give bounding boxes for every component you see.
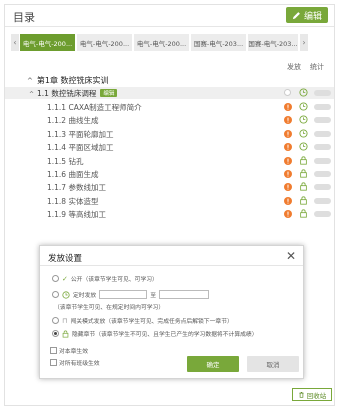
stats-toggle[interactable] [314,184,331,191]
lesson-title: 1.1.7 参数线加工 [47,183,106,193]
stats-toggle[interactable] [314,90,331,96]
stats-toggle[interactable] [314,117,331,124]
stats-toggle[interactable] [314,171,331,177]
clock-icon[interactable] [299,102,308,111]
warning-icon [284,103,292,111]
lock-icon[interactable] [299,182,308,191]
check-icon: ✓ [62,274,68,283]
radio-public[interactable] [52,275,59,282]
lesson-title: 1.1.6 曲面生成 [47,170,99,179]
tab-prev-button[interactable]: ‹ [11,34,19,51]
lesson-row[interactable]: 1.1.7 参数线加工 [5,181,334,193]
collapse-icon[interactable]: ^ [27,77,33,85]
lesson-title: 1.1.4 平面区域加工 [47,143,114,153]
barrier-icon: ⊓ [62,316,68,325]
lesson-row[interactable]: 1.1.9 等高线加工 [5,208,334,220]
warning-icon [284,183,292,192]
lesson-row[interactable]: 1.1.6 曲面生成 [5,168,334,180]
collapse-icon[interactable]: ^ [29,91,34,98]
publish-settings-dialog: 发放设置 ✕ ✓ 公开（该章节学生可见、可学习） 定时发放 至 （该章节学生可见… [39,245,304,379]
tab-course-1[interactable]: 电气-电气-200... [20,34,76,51]
warning-icon [284,116,292,125]
end-time-input[interactable] [159,290,210,299]
tab-course-5[interactable]: 国赛-电气-203... [248,34,299,51]
column-publish: 发放 [287,63,301,71]
stats-toggle[interactable] [314,130,331,137]
status-circle-icon [284,89,291,96]
stats-toggle[interactable] [314,157,331,164]
stats-toggle[interactable] [314,144,331,151]
lesson-row[interactable]: 1.1.8 实体造型 [5,195,334,207]
stats-toggle[interactable] [314,197,331,204]
lesson-row[interactable]: 1.1.3 平面轮廓加工 [5,128,334,140]
lock-icon [62,330,69,337]
radio-unlock[interactable] [52,317,59,324]
apply-all-classes-checkbox[interactable]: 对所有班级生效 [50,358,100,367]
section-edit-badge[interactable]: 编辑 [100,89,118,97]
warning-icon [284,129,292,138]
clock-icon[interactable] [299,88,308,97]
lesson-row[interactable]: 1.1.2 曲线生成 [5,114,334,126]
catalog-panel: 目录 编辑 ‹ 电气-电气-200... 电气-电气-200... 电气-电气-… [4,4,335,406]
option-hidden[interactable]: 隐藏章节（该章节学生不可见、且学生已产生的学习数据将不计算成绩） [52,329,258,338]
lesson-title: 1.1.1 CAXA制造工程师简介 [47,103,142,112]
lesson-title: 1.1.3 平面轮廓加工 [47,129,114,139]
clock-icon [62,290,70,299]
section-title: 1.1 数控铣床调程 [37,89,97,98]
edit-button[interactable]: 编辑 [286,7,328,23]
option-timed[interactable]: 定时发放 至 [52,290,212,299]
divider [40,265,303,266]
warning-icon [284,143,292,152]
tab-course-2[interactable]: 电气-电气-200... [77,34,133,51]
lesson-title: 1.1.2 曲线生成 [47,116,99,126]
lock-icon[interactable] [299,209,308,218]
pencil-icon [292,11,300,19]
section-row[interactable]: ^ 1.1 数控铣床调程 编辑 [5,87,334,99]
header-bar: 目录 编辑 [5,5,334,27]
confirm-button[interactable]: 确定 [187,356,239,372]
lock-icon[interactable] [299,156,308,165]
lesson-row[interactable]: 1.1.5 钻孔 [5,155,334,167]
start-time-input[interactable] [99,290,148,299]
lesson-title: 1.1.5 钻孔 [47,156,84,166]
clock-icon[interactable] [299,115,308,124]
option-public[interactable]: ✓ 公开（该章节学生可见、可学习） [52,274,158,283]
warning-icon [284,156,292,165]
course-tabs: ‹ 电气-电气-200... 电气-电气-200... 电气-电气-200...… [11,34,308,51]
clock-icon[interactable] [299,129,308,138]
stats-toggle[interactable] [314,104,331,110]
close-icon[interactable]: ✕ [286,249,296,263]
warning-icon [284,210,292,219]
cancel-button[interactable]: 取消 [247,356,299,372]
edit-button-label: 编辑 [303,11,322,22]
lesson-title: 1.1.8 实体造型 [47,196,99,206]
trash-icon [299,392,304,398]
radio-timed[interactable] [52,291,59,298]
clock-icon[interactable] [299,142,308,151]
lock-icon[interactable] [299,169,308,178]
warning-icon [284,196,292,205]
tab-course-3[interactable]: 电气-电气-200... [134,34,190,51]
option-unlock[interactable]: ⊓ 闯关模式发放（该章节学生可见、完成任务点后解锁下一章节） [52,316,233,325]
recycle-bin-button[interactable]: 回收站 [292,388,332,401]
dialog-title: 发放设置 [48,254,83,264]
chapter-title[interactable]: ^ 第1章 数控铣床实训 [27,75,109,86]
stats-toggle[interactable] [314,211,331,218]
tab-course-4[interactable]: 国赛-电气-203... [191,34,247,51]
lock-icon[interactable] [299,196,308,205]
warning-icon [284,170,292,178]
radio-hidden[interactable] [52,330,59,337]
lesson-title: 1.1.9 等高线加工 [47,210,106,220]
lesson-row[interactable]: 1.1.4 平面区域加工 [5,141,334,153]
lesson-row[interactable]: 1.1.1 CAXA制造工程师简介 [5,101,334,113]
page-title: 目录 [13,11,35,24]
apply-chapter-checkbox[interactable]: 对本章生效 [50,346,88,355]
tab-next-button[interactable]: › [300,34,308,51]
column-stats: 统计 [310,63,324,71]
timed-note: （该章节学生可见、在规定时间内可学习） [54,305,165,311]
